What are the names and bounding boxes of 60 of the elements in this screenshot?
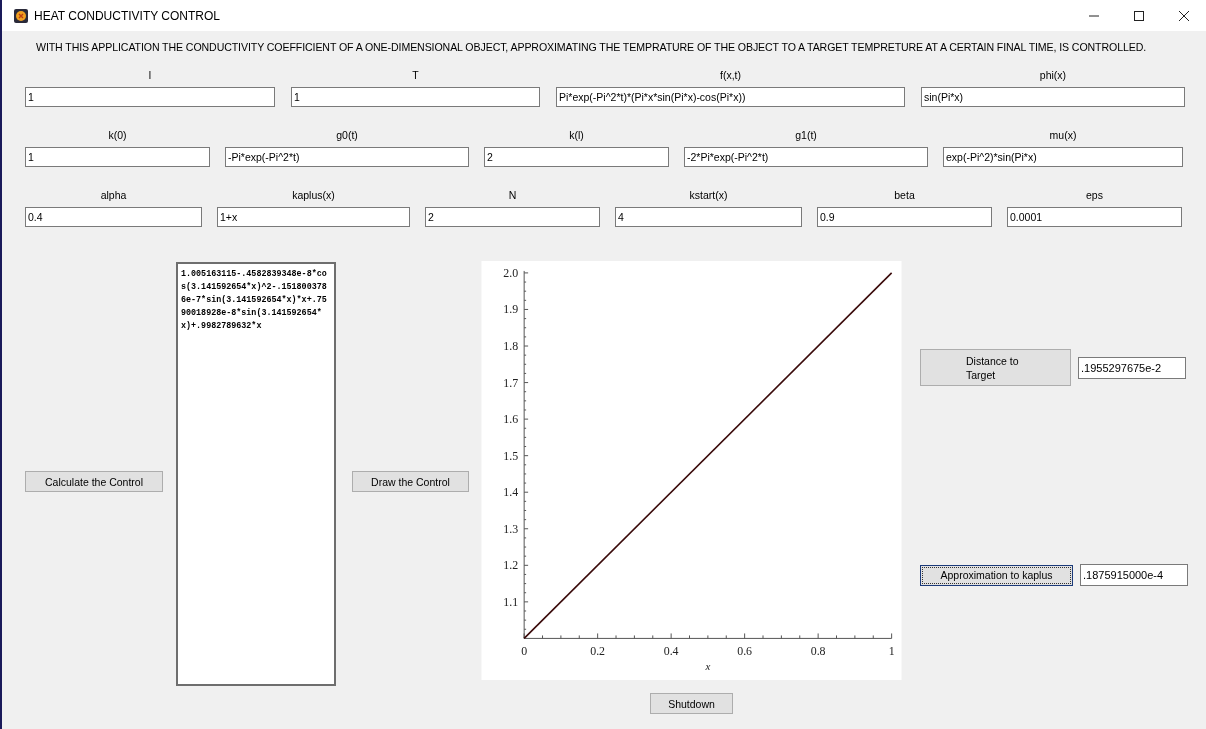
y-tick-label: 1.6 [503, 412, 519, 427]
maximize-icon[interactable] [1133, 9, 1145, 22]
input-field[interactable]: 1 [25, 147, 210, 167]
approximation-button[interactable]: Approximation to kaplus [920, 564, 1073, 586]
window-title: HEAT CONDUCTIVITY CONTROL [34, 8, 221, 23]
field-label: kstart(x) [689, 189, 728, 203]
field-label: g0(t) [336, 129, 358, 143]
input-field[interactable]: 1+x [217, 207, 410, 227]
x-tick-label: 0.4 [663, 644, 679, 659]
input-field[interactable]: -Pi*exp(-Pi^2*t) [225, 147, 469, 167]
y-tick-label: 1.7 [503, 375, 519, 390]
x-tick-label: 0.2 [590, 644, 606, 659]
input-field[interactable]: exp(-Pi^2)*sin(Pi*x) [943, 147, 1183, 167]
input-field[interactable]: 2 [484, 147, 669, 167]
x-tick-label: 0.8 [810, 644, 826, 659]
input-field[interactable]: 2 [425, 207, 600, 227]
field-label: eps [1086, 189, 1103, 203]
draw-button[interactable]: Draw the Control [352, 471, 469, 492]
output-text-area[interactable]: 1.005163115-.4582839348e-8*cos(3.141592654*x)^2-.1518003786e-7*sin(3.141592654*x)*x+.7590018928e-8*sin(3.141592654*x)+.9982789632*x [176, 262, 336, 686]
field-label: kaplus(x) [292, 189, 335, 203]
x-tick-label: 1 [888, 644, 895, 659]
y-tick-label: 1.4 [503, 485, 519, 500]
x-axis-label: x [705, 660, 711, 673]
x-tick-label: 0.6 [737, 644, 753, 659]
calculate-button[interactable]: Calculate the Control [25, 471, 163, 492]
field-label: beta [894, 189, 915, 203]
x-tick-label: 0 [521, 644, 528, 659]
y-tick-label: 1.8 [503, 339, 519, 353]
input-field[interactable]: Pi*exp(-Pi^2*t)*(Pi*x*sin(Pi*x)-cos(Pi*x)) [556, 87, 905, 107]
y-tick-label: 1.5 [503, 448, 519, 463]
field-label: l [148, 69, 152, 83]
field-label: T [412, 69, 419, 83]
input-field[interactable]: 1 [291, 87, 540, 107]
input-field[interactable]: 4 [615, 207, 802, 227]
y-tick-label: 2.0 [503, 265, 519, 280]
y-tick-label: 1.3 [503, 521, 519, 536]
input-field[interactable]: 1 [25, 87, 275, 107]
close-icon[interactable] [1178, 9, 1190, 22]
input-field[interactable]: sin(Pi*x) [921, 87, 1185, 107]
description-text: WITH THIS APPLICATION THE CONDUCTIVITY COEFFICIENT OF A ONE-DIMENSIONAL OBJECT, APPROXIMATING THE TEMPRATURE OF THE OBJECT TO A TARGET TEMPRETURE AT A CERTAIN FINAL TIME, IS CONTROLLED. [35, 40, 1148, 53]
input-field[interactable]: 0.4 [25, 207, 202, 227]
y-tick-label: 1.1 [503, 594, 519, 609]
field-label: phi(x) [1039, 69, 1067, 83]
app-icon [14, 8, 28, 23]
field-label: N [508, 189, 517, 203]
distance-button[interactable]: Distance to Target [920, 349, 1071, 386]
input-field[interactable]: 0.9 [817, 207, 992, 227]
y-tick-label: 1.2 [503, 558, 519, 573]
approximation-field[interactable]: .1875915000e-4 [1080, 564, 1188, 586]
distance-field[interactable]: .1955297675e-2 [1078, 356, 1186, 379]
field-label: k(l) [569, 129, 584, 143]
field-label: g1(t) [795, 129, 817, 143]
field-label: alpha [100, 189, 127, 203]
field-label: k(0) [108, 129, 127, 143]
shutdown-button[interactable]: Shutdown [650, 693, 733, 714]
y-tick-label: 1.9 [503, 302, 519, 317]
input-field[interactable]: -2*Pi*exp(-Pi^2*t) [684, 147, 928, 167]
input-field[interactable]: 0.0001 [1007, 207, 1182, 227]
field-label: mu(x) [1049, 129, 1077, 143]
field-label: f(x,t) [720, 69, 741, 83]
